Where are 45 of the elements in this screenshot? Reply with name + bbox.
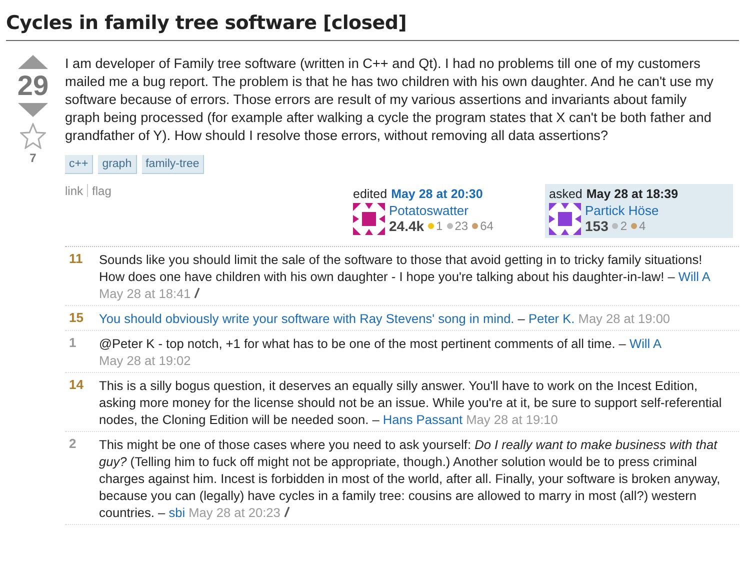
user-link[interactable]: Partick Höse bbox=[585, 203, 659, 218]
comment-score: 14 bbox=[68, 377, 84, 394]
tag-link[interactable]: graph bbox=[98, 155, 137, 174]
upvote-arrow-icon[interactable] bbox=[18, 55, 48, 69]
comment-timestamp: May 28 at 18:41 bbox=[99, 286, 191, 301]
action-label: edited bbox=[353, 187, 388, 201]
action-link[interactable]: flag bbox=[92, 184, 112, 198]
user-link[interactable]: Potatoswatter bbox=[389, 203, 494, 218]
action-label: asked bbox=[549, 187, 582, 201]
timestamp: May 28 at 18:39 bbox=[586, 187, 678, 201]
tag-link[interactable]: family-tree bbox=[142, 155, 204, 174]
user-link[interactable]: sbi bbox=[168, 505, 186, 520]
comment-timestamp: May 28 at 20:23 bbox=[188, 505, 280, 520]
comment-text: Sounds like you should limit the sale of the software to those that avoid getting in to tricky family situations! How does one have children with his own daughter - I hope you're talking about his daughter-in-law! – Will A May 28 at 18:41 bbox=[99, 251, 712, 302]
action-link[interactable]: link bbox=[65, 184, 84, 198]
comment-timestamp: May 28 at 19:00 bbox=[578, 311, 670, 326]
badge-count: 23 bbox=[446, 219, 468, 233]
comment-score: 11 bbox=[68, 251, 84, 268]
vote-count: 29 bbox=[17, 71, 49, 101]
user-link[interactable]: Will A bbox=[678, 269, 710, 284]
comment-text: @Peter K - top notch, +1 for what has to be one of the most pertinent comments of all time. – Will A May 28 at 19:02 bbox=[99, 335, 662, 369]
favorite-count: 7 bbox=[30, 151, 36, 165]
downvote-arrow-icon[interactable] bbox=[18, 103, 48, 117]
user-link[interactable]: Peter K. bbox=[528, 311, 575, 326]
comment-score: 2 bbox=[68, 436, 78, 453]
comment-score: 15 bbox=[68, 310, 84, 327]
question-body: I am developer of Family tree software (written in C++ and Qt). I had no problems till one of my customers mailed me a bug report. The problem is that he has two children with his own daughter. And he can't use my software because of errors. Those errors are result of my various assertions and invariants about family graph being processed (for example after walking a cycle the program states that X can't be both father and grandfather of Y). How should I resolve those errors, without removing all data assertions? bbox=[65, 55, 714, 145]
badge-count: 64 bbox=[472, 219, 494, 233]
star-icon[interactable] bbox=[20, 123, 46, 149]
badge-count: 1 bbox=[428, 219, 443, 233]
badge-count: 2 bbox=[612, 219, 628, 233]
timestamp: May 28 at 20:30 bbox=[391, 187, 483, 201]
user-link[interactable]: Will A bbox=[629, 336, 661, 351]
tag-link[interactable]: c++ bbox=[65, 155, 94, 174]
comment-text: This might be one of those cases where you need to ask yourself: Do I really want to make business with that guy? (Telling him to fuck off might not be appropriate, though.) Another solution would be to press criminal charges against him. Incest is forbidden in most of the world, after all. Finally, your software is broken anyway, because you can (legally) have cycles in a family tree: cousins are allowed to marry in most (all?) western countries. – sbi May 28 at 20:23 bbox=[99, 436, 722, 521]
comment-timestamp: May 28 at 19:02 bbox=[99, 353, 191, 368]
comment-timestamp: May 28 at 19:10 bbox=[466, 412, 558, 427]
comment-text: This is a silly bogus question, it deserves an equally silly answer. You'll have to work on the Incest Edition, asking more money for the license should not be an issue. While you're at it, be sure to support self-referential nodes, the Cloning Edition will be needed soon. – Hans Passant May 28 at 19:10 bbox=[99, 377, 723, 428]
comment-score: 1 bbox=[68, 335, 78, 352]
reputation: 24.4k bbox=[389, 218, 424, 234]
user-link[interactable]: Hans Passant bbox=[382, 412, 463, 427]
comment-text: You should obviously write your software with Ray Stevens' song in mind. – Peter K. May 28 at 19:00 bbox=[99, 310, 672, 327]
badge-count: 4 bbox=[631, 219, 646, 233]
question-title: Cycles in family tree software [closed] bbox=[6, 12, 739, 41]
reputation: 153 bbox=[585, 218, 608, 234]
